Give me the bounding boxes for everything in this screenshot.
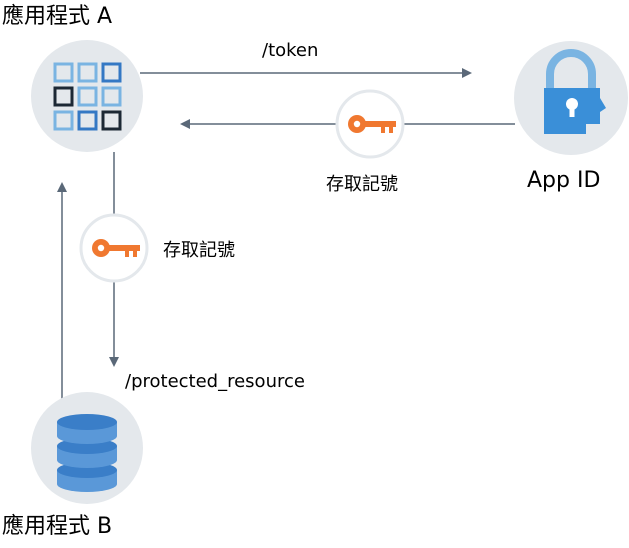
database-icon — [57, 414, 117, 492]
flow-diagram — [31, 40, 628, 504]
resource-request-label: /protected_resource — [125, 371, 305, 392]
app-b-label: 應用程式 B — [2, 514, 113, 539]
token-return-label: 存取記號 — [326, 174, 398, 195]
app-id-label: App ID — [527, 168, 601, 193]
app-a-label: 應用程式 A — [2, 4, 113, 29]
app-b-node — [31, 392, 143, 504]
key-badge-return — [335, 89, 405, 159]
token-request-label: /token — [262, 40, 319, 61]
token-forward-label: 存取記號 — [163, 240, 235, 261]
key-badge-forward — [79, 213, 149, 283]
app-id-node — [514, 41, 628, 155]
app-a-node — [31, 40, 143, 152]
